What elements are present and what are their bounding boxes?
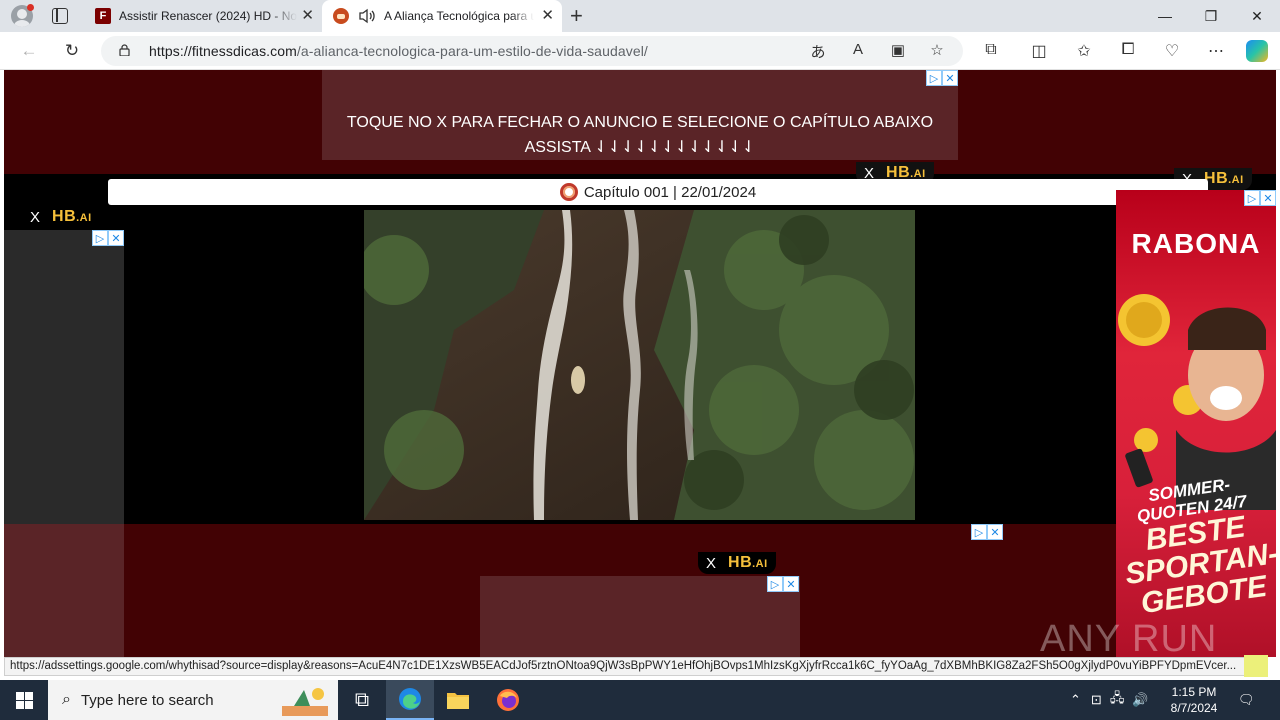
tab-actions-icon[interactable] — [52, 8, 68, 24]
tab-renascer[interactable]: F Assistir Renascer (2024) HD - Nov ✕ — [84, 0, 322, 32]
firefox-icon[interactable] — [484, 680, 532, 720]
browser-toolbar: ← ↻ https://fitnessdicas.com/a-alianca-t… — [0, 32, 1280, 70]
ad-choices-icon[interactable]: ▷ ✕ — [1244, 190, 1276, 206]
hb-logo-text: HB — [52, 208, 77, 225]
taskbar-clock[interactable]: 1:15 PM 8/7/2024 — [1164, 684, 1224, 716]
ad-choices-icon[interactable]: ▷ ✕ — [92, 230, 124, 246]
tab-title: Assistir Renascer (2024) HD - Nov — [119, 9, 297, 23]
favorite-star-icon[interactable]: ☆ — [927, 41, 947, 59]
network-icon[interactable]: 🖧 — [1110, 689, 1125, 711]
notifications-icon[interactable]: 🗨 — [1238, 680, 1255, 720]
close-window-icon[interactable]: ✕ — [1234, 0, 1280, 32]
hb-ad-close-bar[interactable]: X HB.AI — [22, 206, 100, 228]
clock-date: 8/7/2024 — [1170, 701, 1218, 715]
read-aloud-icon[interactable]: A — [848, 41, 868, 58]
back-icon[interactable]: ← — [18, 40, 40, 62]
taskbar-search-box[interactable]: ⌕ Type here to search — [48, 680, 338, 720]
bottom-ad-slot[interactable] — [480, 576, 800, 657]
episode-ring-icon — [559, 183, 578, 201]
hb-logo-suffix: .AI — [76, 212, 92, 224]
clock-time: 1:15 PM — [1171, 685, 1217, 699]
ad-promo-text: SOMMER- QUOTEN 24/7 BESTE SPORTAN- GEBOT… — [1116, 470, 1276, 621]
webcam-icon[interactable]: ⊡ — [1091, 692, 1102, 708]
top-banner-ad[interactable]: TOQUE NO X PARA FECHAR O ANUNCIO E SELEC… — [322, 70, 958, 160]
hb-logo: HB.AI — [728, 554, 768, 572]
ad-choices-icon[interactable]: ▷ ✕ — [926, 70, 958, 86]
extensions-icon[interactable]: ⧉ — [980, 41, 1002, 59]
hb-logo: HB.AI — [52, 208, 92, 226]
episode-title: Capítulo 001 | 22/01/2024 — [583, 183, 757, 201]
left-ad-slot-lower — [4, 524, 124, 657]
link-status-bar: https://adssettings.google.com/whythisad… — [4, 657, 1268, 676]
minimize-icon[interactable]: ― — [1142, 0, 1188, 32]
site-favicon-icon — [333, 8, 349, 24]
waterfall-video-frame — [364, 210, 915, 520]
search-highlight-icon — [282, 688, 328, 716]
close-tab-icon[interactable]: ✕ — [541, 8, 554, 24]
lock-icon — [119, 44, 130, 56]
windows-taskbar: ⌕ Type here to search ⧉ ⌃ ⊡ 🖧 🔊 1:15 PM … — [0, 680, 1280, 720]
ad-choices-icon[interactable]: ▷ ✕ — [971, 524, 1003, 540]
rabona-sidebar-ad[interactable]: RABONA SOMMER- QUOTEN 24/7 BESTE SPORTAN… — [1116, 190, 1276, 657]
system-tray: ⌃ ⊡ 🖧 🔊 — [1070, 680, 1149, 720]
close-ad-icon[interactable]: X — [30, 209, 40, 226]
copilot-icon[interactable] — [1246, 40, 1268, 62]
new-tab-icon[interactable]: + — [570, 4, 583, 28]
audio-playing-icon[interactable] — [358, 8, 376, 24]
video-player[interactable] — [364, 210, 915, 520]
reload-icon[interactable]: ↻ — [61, 40, 83, 62]
anyrun-watermark: ANY RUN — [1040, 618, 1218, 660]
notification-dot-icon — [27, 4, 34, 11]
hb-logo-text: HB — [728, 554, 753, 571]
hb-logo: HB.AI — [1204, 170, 1244, 188]
volume-icon[interactable]: 🔊 — [1132, 692, 1148, 708]
left-ad-slot[interactable] — [4, 230, 124, 524]
url-path: /a-alianca-tecnologica-para-um-estilo-de… — [296, 43, 648, 59]
close-tab-icon[interactable]: ✕ — [301, 8, 314, 24]
collections-icon[interactable]: ⧠ — [1117, 41, 1139, 59]
settings-more-icon[interactable]: ⋯ — [1205, 41, 1227, 61]
search-icon: ⌕ — [62, 691, 71, 708]
translate-icon[interactable]: あ — [808, 41, 828, 62]
split-screen-icon[interactable]: ◫ — [1028, 41, 1050, 61]
web-page: TOQUE NO X PARA FECHAR O ANUNCIO E SELEC… — [4, 70, 1276, 657]
tab-fitnessdicas[interactable]: A Aliança Tecnológica para um ✕ — [322, 0, 562, 32]
hb-ad-close-bar[interactable]: X HB.AI — [698, 552, 776, 574]
immersive-reader-icon[interactable]: ▣ — [888, 41, 908, 59]
search-placeholder: Type here to search — [80, 691, 214, 709]
hb-logo-suffix: .AI — [752, 558, 768, 570]
start-button[interactable] — [0, 680, 48, 720]
close-ad-icon[interactable]: X — [706, 555, 716, 572]
tab-favicon-icon: F — [95, 8, 111, 24]
address-bar[interactable]: https://fitnessdicas.com/a-alianca-tecno… — [101, 36, 963, 66]
browser-essentials-icon[interactable]: ♡ — [1161, 41, 1183, 61]
restore-icon[interactable]: ❐ — [1188, 0, 1234, 32]
url-domain: https://fitnessdicas.com — [149, 43, 297, 59]
windows-logo-icon — [15, 691, 33, 709]
status-url: https://adssettings.google.com/whythisad… — [10, 660, 1237, 672]
tab-title: A Aliança Tecnológica para um — [384, 9, 534, 23]
tab-strip: F Assistir Renascer (2024) HD - Nov ✕ A … — [0, 0, 1280, 32]
status-indicator — [1244, 655, 1268, 677]
ad-instruction-line2: ASSISTA ⇃⇃⇃⇃⇃⇃⇃⇃⇃⇃⇃⇃ — [524, 139, 756, 156]
file-explorer-icon[interactable] — [434, 680, 482, 720]
tray-overflow-icon[interactable]: ⌃ — [1070, 692, 1081, 708]
task-view-icon[interactable]: ⧉ — [338, 680, 386, 720]
ad-choices-icon[interactable]: ▷ ✕ — [767, 576, 799, 592]
favorites-icon[interactable]: ✩ — [1073, 41, 1095, 61]
edge-app-icon[interactable] — [386, 680, 434, 720]
url-text[interactable]: https://fitnessdicas.com/a-alianca-tecno… — [149, 43, 648, 59]
episode-selector[interactable]: Capítulo 001 | 22/01/2024 — [108, 179, 1208, 205]
ad-instruction-line1: TOQUE NO X PARA FECHAR O ANUNCIO E SELEC… — [346, 114, 934, 131]
hb-logo-suffix: .AI — [1228, 174, 1244, 186]
